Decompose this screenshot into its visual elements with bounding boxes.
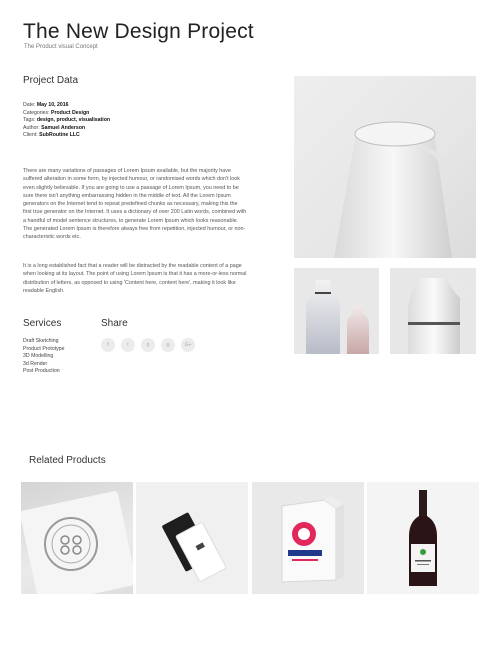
meta-tags: Tags: design, product, visualisation: [23, 117, 111, 124]
related-products-heading: Related Products: [29, 455, 106, 466]
seal-stamp-illustration: [21, 491, 133, 594]
related-product-wine-bottle[interactable]: [367, 482, 479, 594]
meta-categories-link[interactable]: Product Design: [51, 110, 89, 116]
meta-client: Client: SubRoutine LLC: [23, 132, 80, 139]
meta-date-value: May 10, 2016: [36, 102, 69, 108]
wine-bottle-illustration: [409, 490, 437, 586]
business-cards-illustration: [162, 512, 227, 582]
instagram-share-button[interactable]: ◎: [161, 338, 175, 352]
service-item: Post Production: [23, 368, 60, 374]
design-box-illustration: [281, 496, 344, 583]
services-heading: Services: [23, 318, 62, 329]
twitter-share-button[interactable]: t: [121, 338, 135, 352]
hero-product-image[interactable]: [294, 76, 476, 258]
description-paragraph-2: It is a long established fact that a rea…: [23, 263, 247, 294]
meta-author-value: Samuel Anderson: [41, 124, 86, 131]
meta-categories: Categories: Product Design: [23, 109, 90, 116]
project-data-heading: Project Data: [23, 75, 79, 86]
page-subtitle: The Product visual Concept: [24, 44, 98, 50]
service-item: 3D Modelling: [23, 353, 54, 359]
share-buttons: f t p ◎ G+: [101, 338, 195, 352]
instagram-icon: ◎: [165, 342, 171, 348]
vessel-illustration: [334, 121, 452, 258]
meta-date: Date: May 10, 2016: [23, 102, 69, 108]
description-paragraph-1: There are many variations of passages of…: [23, 168, 247, 241]
related-product-design-box[interactable]: [252, 482, 364, 594]
meta-author: Author: Samuel Anderson: [23, 124, 86, 131]
pinterest-share-button[interactable]: p: [141, 338, 155, 352]
facebook-share-button[interactable]: f: [101, 338, 115, 352]
meta-tags-links[interactable]: design, product, visualisation: [37, 117, 110, 123]
twitter-icon: t: [127, 342, 129, 348]
services-list: Draft Sketching Product Prototype 3D Mod…: [23, 338, 65, 376]
related-product-business-cards[interactable]: [136, 482, 248, 594]
product-thumbnail-pitcher[interactable]: [390, 268, 476, 354]
share-heading: Share: [101, 318, 128, 329]
google-plus-share-button[interactable]: G+: [181, 338, 195, 352]
service-item: 3d Render: [23, 360, 48, 367]
bottles-illustration: [306, 280, 369, 354]
product-thumbnail-bottles[interactable]: [294, 268, 379, 354]
meta-client-value: SubRoutine LLC: [39, 132, 80, 139]
related-product-seal-stamp[interactable]: [21, 482, 133, 594]
service-item: Product Prototype: [23, 345, 65, 352]
page-title: The New Design Project: [23, 20, 254, 43]
pitcher-illustration: [408, 278, 466, 354]
google-plus-icon: G+: [184, 342, 192, 348]
service-item: Draft Sketching: [23, 338, 59, 344]
facebook-icon: f: [107, 342, 109, 348]
project-meta: Date: May 10, 2016 Categories: Product D…: [23, 102, 110, 140]
pinterest-icon: p: [146, 342, 150, 348]
